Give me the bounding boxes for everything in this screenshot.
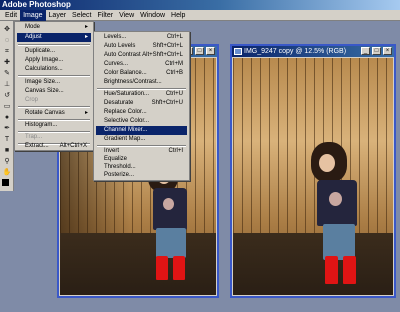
menu-item-duplicate[interactable]: Duplicate... (17, 47, 91, 56)
shape-tool-icon[interactable]: ■ (2, 146, 12, 155)
menu-item-hue-saturation[interactable]: Hue/Saturation... Ctrl+U (96, 90, 187, 99)
eraser-tool-icon[interactable]: ▭ (2, 102, 12, 111)
adjust-submenu: Levels... Ctrl+L Auto Levels Shft+Ctrl+L A… (93, 31, 190, 181)
menu-separator (18, 44, 90, 46)
menu-item-crop: Crop (25, 97, 39, 103)
menu-item-selective-color[interactable]: Selective Color... (96, 117, 187, 126)
menu-help[interactable]: Help (168, 10, 188, 21)
eyedropper-tool-icon[interactable]: ⚲ (2, 157, 12, 166)
child-face (319, 154, 335, 172)
photo-canvas-right[interactable] (233, 58, 393, 295)
menu-item-canvas-size[interactable]: Canvas Size... (17, 87, 91, 96)
menu-select[interactable]: Select (69, 10, 94, 21)
move-tool-icon[interactable]: ✥ (2, 25, 12, 34)
menu-item-levels[interactable]: Levels... Ctrl+L (96, 33, 187, 42)
ground (233, 233, 393, 295)
menu-edit[interactable]: Edit (2, 10, 20, 21)
healing-tool-icon[interactable]: ✚ (2, 58, 12, 67)
document-icon (234, 48, 242, 55)
red-boot-right (343, 256, 356, 284)
menu-item-channel-mixer[interactable]: Channel Mixer... (96, 126, 187, 135)
pen-tool-icon[interactable]: ✒ (2, 124, 12, 133)
child-jeans (156, 228, 186, 258)
red-boot-right (173, 256, 185, 280)
history-brush-icon[interactable]: ↺ (2, 91, 12, 100)
tool-palette: ✥ ◌ ⌗ ✚ ✎ ⊥ ↺ ▭ ● ✒ T ■ ⚲ ✋ (0, 21, 14, 191)
menu-item-calculations[interactable]: Calculations... (17, 65, 91, 74)
menu-item-replace-color[interactable]: Replace Color... (96, 108, 187, 117)
menu-separator (18, 75, 90, 77)
document-title: IMG_9247 copy @ 12.5% (RGB) (244, 48, 347, 55)
menu-item-image-size[interactable]: Image Size... (17, 78, 91, 87)
document-window-right: IMG_9247 copy @ 12.5% (RGB) _ □ × (230, 44, 396, 298)
submenu-arrow-icon: ▸ (84, 24, 88, 30)
menu-filter[interactable]: Filter (95, 10, 117, 21)
close-icon[interactable]: × (383, 47, 392, 55)
shirt-owl-graphic (163, 198, 174, 210)
close-icon[interactable]: × (206, 47, 215, 55)
maximize-icon[interactable]: □ (195, 47, 204, 55)
menu-item-curves[interactable]: Curves... Ctrl+M (96, 60, 187, 69)
submenu-arrow-icon: ▸ (84, 110, 88, 116)
menu-item-extract[interactable]: Extract... Alt+Ctrl+X (17, 142, 91, 151)
brush-tool-icon[interactable]: ✎ (2, 69, 12, 78)
menu-separator (18, 106, 90, 108)
menu-bar: Edit Image Layer Select Filter View Wind… (0, 9, 400, 21)
shirt-owl-graphic (329, 192, 342, 206)
menu-item-mode[interactable]: Mode ▸ (17, 23, 91, 32)
child-jeans (323, 224, 355, 260)
menu-item-trap: Trap... (25, 134, 43, 140)
image-menu-dropdown: Mode ▸ Adjust ▸ Duplicate... Apply Image..… (14, 21, 94, 151)
menu-layer[interactable]: Layer (46, 10, 70, 21)
menu-image[interactable]: Image (20, 9, 46, 21)
app-title-bar: Adobe Photoshop (0, 0, 400, 10)
menu-item-auto-contrast[interactable]: Auto Contrast Alt+Shft+Ctrl+L (96, 51, 187, 60)
minimize-icon[interactable]: _ (361, 47, 370, 55)
maximize-icon[interactable]: □ (372, 47, 381, 55)
hand-tool-icon[interactable]: ✋ (2, 168, 12, 177)
menu-view[interactable]: View (116, 10, 137, 21)
left-edge-area (0, 191, 14, 312)
ground (60, 233, 216, 295)
menu-item-brightness-contrast[interactable]: Brightness/Contrast... (96, 78, 187, 87)
crop-tool-icon[interactable]: ⌗ (2, 47, 12, 56)
type-tool-icon[interactable]: T (2, 135, 12, 144)
menu-item-adjust[interactable]: Adjust ▸ (17, 33, 91, 42)
lasso-tool-icon[interactable]: ◌ (2, 36, 12, 45)
menu-item-gradient-map[interactable]: Gradient Map... (96, 135, 187, 144)
stamp-tool-icon[interactable]: ⊥ (2, 80, 12, 89)
menu-item-posterize[interactable]: Posterize... (96, 171, 187, 180)
menu-item-apply-image[interactable]: Apply Image... (17, 56, 91, 65)
menu-item-rotate-canvas[interactable]: Rotate Canvas ▸ (17, 109, 91, 118)
menu-item-color-balance[interactable]: Color Balance... Ctrl+B (96, 69, 187, 78)
blur-tool-icon[interactable]: ● (2, 113, 12, 122)
menu-item-histogram[interactable]: Histogram... (17, 121, 91, 130)
red-boot-left (156, 256, 168, 280)
foreground-color-swatch[interactable] (2, 179, 9, 186)
menu-item-auto-levels[interactable]: Auto Levels Shft+Ctrl+L (96, 42, 187, 51)
red-boot-left (325, 256, 338, 284)
submenu-arrow-icon: ▸ (84, 34, 88, 40)
menu-window[interactable]: Window (137, 10, 168, 21)
menu-item-desaturate[interactable]: Desaturate Shft+Ctrl+U (96, 99, 187, 108)
app-title: Adobe Photoshop (2, 0, 71, 9)
